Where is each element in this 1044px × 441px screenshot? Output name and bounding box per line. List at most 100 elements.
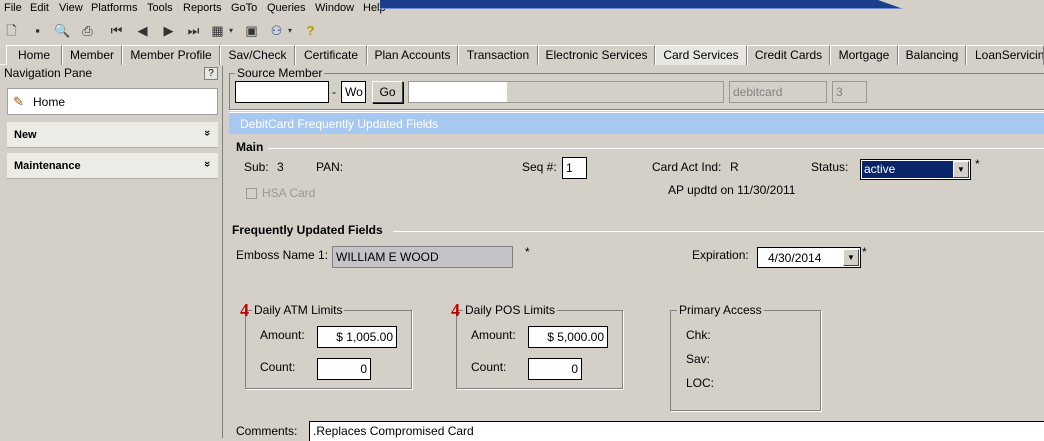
member-suffix-input[interactable]: Wo — [341, 81, 366, 103]
comments-label: Comments: — [236, 424, 298, 438]
menu-reports[interactable]: Reports — [183, 2, 222, 14]
users-dropdown-icon[interactable]: ▾ — [285, 22, 295, 39]
member-name-value — [409, 82, 507, 102]
tab-certificate[interactable]: Certificate — [295, 45, 367, 65]
section-banner: DebitCard Frequently Updated Fields — [229, 112, 1044, 134]
comments-field[interactable]: .Replaces Compromised Card — [309, 421, 1044, 441]
pos-limits-title: Daily POS Limits — [463, 303, 558, 317]
pos-count-input[interactable]: 0 — [528, 358, 582, 380]
users-icon[interactable]: ⚇ — [268, 22, 285, 39]
chevron-down-icon[interactable]: ▼ — [953, 161, 969, 178]
chevron-down-icon[interactable]: ▼ — [843, 249, 859, 266]
navigation-help-button[interactable]: ? — [204, 67, 218, 80]
tab-transaction[interactable]: Transaction — [458, 45, 538, 65]
pos-limits-badge: 4 — [451, 300, 460, 320]
tab-loan-servicing[interactable]: LoanServicin — [966, 45, 1044, 65]
tab-mortgage[interactable]: Mortgage — [830, 45, 898, 65]
member-name-field — [408, 81, 724, 103]
window-title-strip — [380, 0, 910, 9]
hsa-card-checkbox[interactable] — [246, 188, 257, 199]
atm-limits-badge: 4 — [240, 300, 249, 320]
nav-home-label: Home — [33, 95, 66, 109]
calendar-icon[interactable]: ▦ — [209, 22, 226, 39]
tab-member-profile[interactable]: Member Profile — [122, 45, 220, 65]
toolbar: 🗋 ▪ 🔍 ⎙ ⏮ ◀ ▶ ⏭ ▦ ▾ ▣ ⚇ ▾ ? — [0, 18, 1044, 44]
save-icon[interactable]: ▪ — [29, 22, 46, 39]
freq-section-title: Frequently Updated Fields — [232, 223, 383, 237]
tab-card-services[interactable]: Card Services — [655, 45, 747, 65]
pos-count-label: Count: — [471, 360, 507, 374]
tab-sav-check[interactable]: Sav/Check — [220, 45, 295, 65]
section-banner-title: DebitCard Frequently Updated Fields — [240, 117, 439, 131]
tab-bar: Home Member Member Profile Sav/Check Cer… — [0, 44, 1044, 65]
account-count-field: 3 — [832, 81, 867, 103]
tab-credit-cards[interactable]: Credit Cards — [747, 45, 830, 65]
member-number-input[interactable] — [235, 81, 329, 103]
primary-access-sav-label: Sav: — [686, 352, 711, 366]
chevron-down-icon: » — [200, 160, 213, 168]
next-record-icon[interactable]: ▶ — [160, 22, 177, 39]
emboss-name-field[interactable]: WILLIAM E WOOD — [332, 246, 513, 268]
navigation-pane: Navigation Pane ? ✎ Home New » Maintenan… — [0, 66, 223, 438]
ap-updated-text: AP updtd on 11/30/2011 — [668, 183, 796, 197]
nav-section-maintenance[interactable]: Maintenance » — [7, 153, 218, 179]
menu-edit[interactable]: Edit — [30, 2, 49, 14]
navigation-pane-title: Navigation Pane — [4, 66, 93, 80]
nav-section-new[interactable]: New » — [7, 122, 218, 148]
menu-goto[interactable]: GoTo — [231, 2, 257, 14]
nav-section-new-label: New — [14, 129, 37, 141]
sub-value: 3 — [277, 160, 284, 174]
first-record-icon[interactable]: ⏮ — [108, 22, 125, 39]
status-label: Status: — [811, 160, 849, 174]
tab-plan-accounts[interactable]: Plan Accounts — [367, 45, 458, 65]
menu-platforms[interactable]: Platforms — [91, 2, 137, 14]
menu-file[interactable]: File — [4, 2, 22, 14]
nav-section-maintenance-label: Maintenance — [14, 160, 81, 172]
menu-window[interactable]: Window — [315, 2, 354, 14]
atm-count-input[interactable]: 0 — [317, 358, 371, 380]
print-preview-icon[interactable]: 🔍 — [54, 22, 71, 39]
tab-member[interactable]: Member — [62, 45, 122, 65]
card-act-ind-value: R — [730, 160, 739, 174]
menu-queries[interactable]: Queries — [267, 2, 306, 14]
atm-amount-label: Amount: — [260, 328, 305, 342]
account-type-field: debitcard — [729, 81, 827, 103]
pan-label: PAN: — [316, 160, 344, 174]
previous-record-icon[interactable]: ◀ — [134, 22, 151, 39]
primary-access-title: Primary Access — [677, 303, 764, 317]
atm-amount-input[interactable]: $ 1,005.00 — [317, 326, 397, 348]
go-button[interactable]: Go — [372, 81, 403, 103]
new-icon[interactable]: 🗋 — [3, 22, 20, 39]
last-record-icon[interactable]: ⏭ — [185, 22, 202, 39]
tab-balancing[interactable]: Balancing — [898, 45, 966, 65]
image-icon[interactable]: ▣ — [243, 22, 260, 39]
calendar-dropdown-icon[interactable]: ▾ — [226, 22, 236, 39]
nav-home-item[interactable]: ✎ Home — [7, 88, 218, 115]
hsa-card-label: HSA Card — [262, 186, 316, 200]
menu-tools[interactable]: Tools — [147, 2, 173, 14]
emboss-name-label: Emboss Name 1: — [236, 248, 329, 262]
emboss-required-marker: * — [525, 245, 530, 259]
print-icon[interactable]: ⎙ — [79, 22, 96, 39]
status-required-marker: * — [975, 157, 980, 171]
help-icon[interactable]: ? — [302, 22, 319, 39]
menu-view[interactable]: View — [59, 2, 83, 14]
member-dash: - — [332, 85, 336, 99]
seq-input[interactable]: 1 — [562, 157, 587, 179]
main-section-title: Main — [236, 140, 264, 154]
expiration-label: Expiration: — [692, 248, 749, 262]
expiration-required-marker: * — [862, 245, 867, 259]
sub-label: Sub: — [244, 160, 269, 174]
primary-access-chk-label: Chk: — [686, 328, 711, 342]
pos-amount-label: Amount: — [471, 328, 516, 342]
tab-electronic-services[interactable]: Electronic Services — [538, 45, 655, 65]
atm-count-label: Count: — [260, 360, 296, 374]
status-selected-value: active — [862, 161, 954, 178]
freq-section-divider — [393, 231, 1044, 232]
primary-access-loc-label: LOC: — [686, 376, 715, 390]
expiration-date-picker[interactable]: 4/30/2014 ▼ — [757, 247, 861, 268]
pos-amount-input[interactable]: $ 5,000.00 — [528, 326, 608, 348]
main-section-divider — [268, 148, 1044, 149]
tab-home[interactable]: Home — [6, 45, 62, 65]
status-select[interactable]: active ▼ — [860, 159, 971, 180]
